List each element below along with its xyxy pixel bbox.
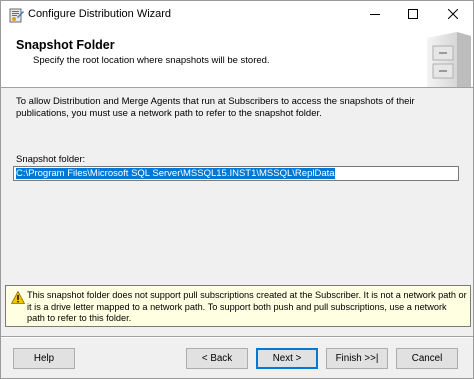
footer-divider [1,336,473,338]
warning-panel: This snapshot folder does not support pu… [5,285,471,327]
next-button[interactable]: Next > [256,348,318,369]
title-bar[interactable]: Configure Distribution Wizard [1,1,473,30]
maximize-icon [408,9,418,22]
page-subtitle: Specify the root location where snapshot… [33,55,270,66]
page-title: Snapshot Folder [16,38,115,52]
minimize-button[interactable] [357,1,393,30]
description-text: To allow Distribution and Merge Agents t… [16,96,415,119]
snapshot-folder-value: C:\Program Files\Microsoft SQL Server\MS… [16,168,335,179]
maximize-button[interactable] [395,1,431,30]
wizard-window: Configure Distribution Wizard Snapshot F… [0,0,474,379]
warning-icon [10,290,26,304]
server-cabinet-icon [417,30,473,87]
help-button[interactable]: Help [13,348,75,369]
minimize-icon [370,9,380,22]
wizard-header: Snapshot Folder Specify the root locatio… [1,30,473,88]
finish-button[interactable]: Finish >>| [326,348,388,369]
cancel-button[interactable]: Cancel [396,348,458,369]
snapshot-folder-input[interactable]: C:\Program Files\Microsoft SQL Server\MS… [13,166,459,181]
wizard-app-icon [8,7,24,23]
warning-text: This snapshot folder does not support pu… [27,290,467,323]
back-button[interactable]: < Back [186,348,248,369]
close-button[interactable] [435,1,471,30]
close-icon [447,8,459,22]
snapshot-folder-label: Snapshot folder: [16,154,86,165]
window-title: Configure Distribution Wizard [28,8,172,20]
